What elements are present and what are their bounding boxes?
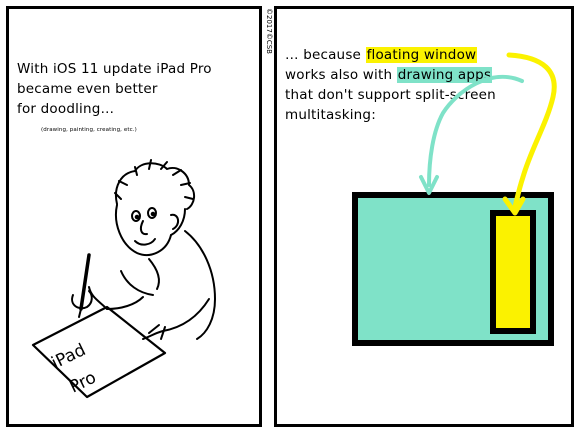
- left-comic-panel: With iOS 11 update iPad Pro became even …: [6, 6, 262, 427]
- floating-window-shape: [490, 210, 536, 334]
- right-comic-panel: … because floating window works also wit…: [274, 6, 574, 427]
- ipad-label-text: iPad: [48, 340, 89, 374]
- teal-arrow-line: [427, 74, 524, 187]
- copyright-text: ©2017©CSB: [265, 8, 273, 54]
- copyright-notice: ©2017©CSB: [264, 8, 274, 68]
- ipad-floating-window-diagram: [352, 52, 557, 346]
- person-drawing-illustration: iPad Pro: [31, 159, 216, 399]
